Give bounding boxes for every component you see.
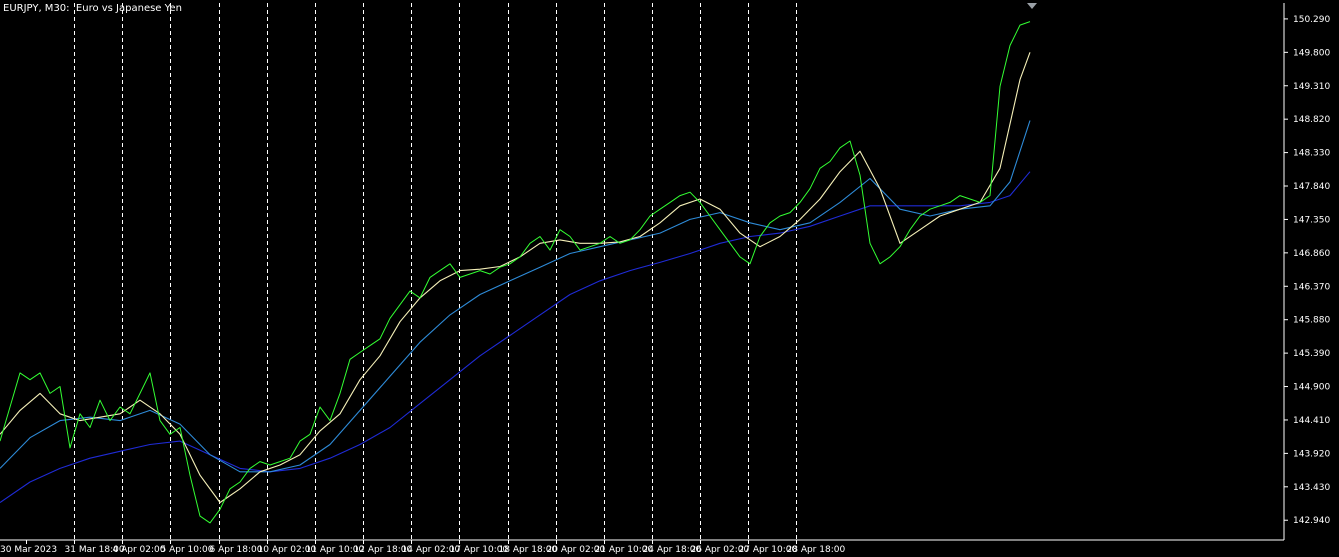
- series-ma-slow-line: [0, 171, 1031, 503]
- time-axis: 30 Mar 2023 31 Mar 18:004 Apr 02:005 Apr …: [0, 539, 1284, 555]
- price-tick-label: 143.430: [1293, 483, 1330, 493]
- series-price-line: [0, 21, 1031, 524]
- price-tick-label: 142.940: [1293, 516, 1330, 526]
- price-axis: 150.290 149.800 149.310 148.820 148.330 147.8…: [1283, 3, 1330, 540]
- price-tick-label: 148.330: [1293, 149, 1330, 159]
- price-tick-label: 149.800: [1293, 48, 1330, 58]
- price-chart[interactable]: 150.290 149.800 149.310 148.820 148.330 147.8…: [0, 0, 1339, 557]
- price-tick-label: 144.410: [1293, 416, 1330, 426]
- time-tick-label: 5 Apr 10:00: [161, 545, 214, 555]
- time-tick-label: 4 Apr 02:00: [113, 545, 166, 555]
- series-ma-mid-line: [0, 120, 1031, 473]
- price-tick-label: 144.900: [1293, 383, 1330, 393]
- price-tick-label: 145.390: [1293, 349, 1330, 359]
- price-tick-label: 150.290: [1293, 15, 1330, 25]
- price-tick-label: 147.350: [1293, 215, 1330, 225]
- price-tick-label: 145.880: [1293, 316, 1330, 326]
- price-tick-label: 146.860: [1293, 249, 1330, 259]
- series-lines: [0, 21, 1031, 524]
- price-tick-label: 149.310: [1293, 82, 1330, 92]
- price-tick-label: 146.370: [1293, 282, 1330, 292]
- price-tick-label: 148.820: [1293, 115, 1330, 125]
- price-tick-label: 143.920: [1293, 449, 1330, 459]
- price-tick-label: 147.840: [1293, 182, 1330, 192]
- time-tick-label: 28 Apr 18:00: [787, 545, 846, 555]
- series-ma-fast-line: [0, 52, 1031, 504]
- chart-shift-marker-icon[interactable]: [1027, 3, 1037, 9]
- time-tick-label: 30 Mar 2023: [0, 545, 57, 555]
- time-tick-label: 6 Apr 18:00: [210, 545, 263, 555]
